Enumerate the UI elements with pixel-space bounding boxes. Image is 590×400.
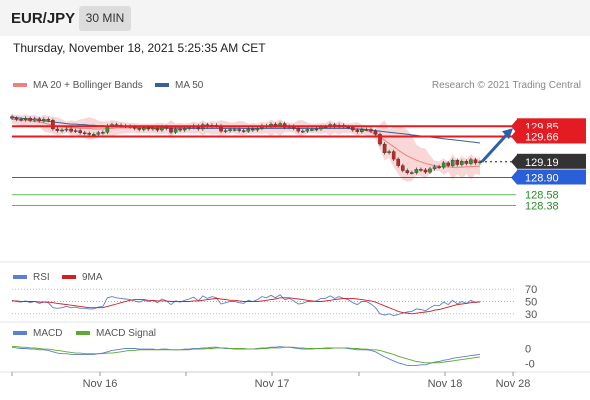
candle-body (228, 129, 232, 131)
candle-body (460, 161, 464, 165)
candle-body (423, 169, 428, 173)
candle-body (14, 117, 19, 120)
rsi-tick-label: 30 (525, 309, 537, 321)
candle-body (432, 166, 437, 170)
candle-body (19, 119, 23, 121)
candle-body (364, 129, 369, 131)
candle-body (82, 132, 87, 134)
candle-body (46, 119, 51, 121)
candle-body (182, 128, 187, 131)
target-label: 128.38 (525, 201, 559, 213)
candle-body (10, 116, 14, 119)
x-tick-label: Nov 16 (83, 378, 118, 390)
price-tag-pointer (511, 170, 517, 185)
rsi-tick-label: 50 (525, 297, 537, 309)
candle-body (23, 117, 28, 120)
candle-body (369, 129, 373, 132)
candle-body (78, 130, 82, 134)
price-tag-label: 128.90 (525, 173, 559, 185)
candle-body (441, 162, 446, 168)
candle-body (178, 128, 182, 131)
price-tag-pointer (511, 129, 517, 144)
candle-body (250, 128, 255, 131)
candle-body (55, 128, 60, 131)
price-tag-label: 129.66 (525, 132, 559, 144)
candle-body (464, 161, 469, 164)
macd-tick-label: 0 (525, 344, 531, 356)
candle-body (437, 166, 441, 168)
candle-body (428, 168, 432, 173)
candle-body (42, 119, 46, 122)
candle-body (141, 127, 146, 130)
price-chart[interactable]: 129.85129.66129.19128.90128.58128.387050… (0, 0, 590, 400)
candle-body (232, 129, 237, 131)
candle-body (28, 117, 33, 121)
candle-body (401, 165, 405, 171)
candle-body (410, 172, 414, 174)
candle-body (414, 169, 419, 173)
candle-body (450, 159, 455, 166)
candle-body (173, 128, 178, 133)
candle-body (360, 129, 364, 132)
rsi-tick-label: 70 (525, 284, 537, 296)
x-tick-label: Nov 17 (255, 378, 290, 390)
candle-body (405, 170, 410, 173)
candle-body (241, 130, 246, 132)
candle-body (64, 128, 69, 131)
candle-body (396, 158, 401, 166)
candle-body (246, 128, 251, 132)
candle-body (37, 118, 42, 122)
candle-body (187, 127, 192, 129)
candle-body (351, 127, 355, 131)
candle-body (96, 132, 101, 135)
candle-body (51, 120, 55, 130)
rsi-line (11, 294, 481, 317)
macd-tick-label: -0 (525, 358, 535, 370)
candle-body (32, 118, 37, 121)
candle-body (473, 159, 478, 164)
candle-body (419, 169, 423, 171)
candle-body (446, 162, 451, 166)
candle-body (223, 130, 228, 132)
candle-body (169, 128, 173, 133)
candle-body (455, 159, 460, 165)
x-tick-label: Nov 18 (428, 378, 463, 390)
candle-body (69, 128, 73, 132)
candle-body (146, 127, 151, 130)
candle-body (469, 159, 473, 164)
candle-body (101, 131, 105, 134)
candle-body (314, 128, 319, 131)
forecast-arrow (480, 132, 510, 163)
candle-body (137, 128, 142, 130)
candle-body (151, 127, 155, 130)
candle-body (373, 130, 378, 135)
candle-body (301, 130, 305, 133)
candle-body (87, 133, 91, 135)
candle-body (305, 129, 310, 132)
candle-body (91, 134, 96, 136)
price-tag-label: 129.19 (525, 157, 559, 169)
x-tick-label: Nov 28 (496, 378, 531, 390)
candle-body (237, 129, 242, 131)
candle-body (73, 130, 78, 132)
price-tag-pointer (511, 154, 517, 169)
candle-body (355, 129, 360, 132)
macd-line (11, 346, 481, 366)
candle-body (391, 151, 396, 160)
candle-body (387, 151, 391, 153)
candle-body (310, 129, 314, 131)
candle-body (255, 128, 260, 131)
candle-body (382, 143, 387, 153)
candle-body (296, 128, 301, 132)
candle-body (60, 129, 64, 132)
candle-body (155, 127, 160, 131)
